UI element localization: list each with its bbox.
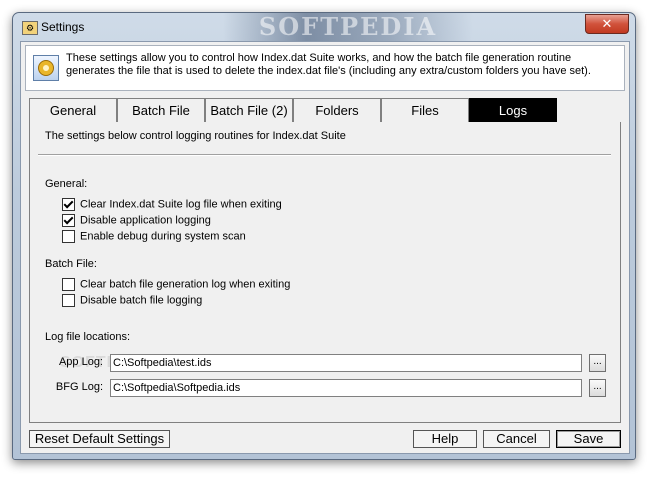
clear-batch-log-checkbox[interactable] [62, 278, 75, 291]
tab-folders[interactable]: Folders [293, 98, 381, 122]
app-icon: ⚙ [22, 21, 38, 35]
tab-files[interactable]: Files [381, 98, 469, 122]
close-button[interactable]: ✕ [585, 14, 629, 34]
app-log-label: App Log: [58, 356, 103, 368]
disable-batch-logging-checkbox[interactable] [62, 294, 75, 307]
app-log-browse-button[interactable]: ... [589, 354, 606, 372]
logs-heading: The settings below control logging routi… [45, 130, 346, 142]
logs-tab-panel: The settings below control logging routi… [29, 122, 621, 423]
clear-suite-log-checkbox[interactable] [62, 198, 75, 211]
title-watermark: SOFTPEDIA [223, 13, 473, 41]
cancel-button[interactable]: Cancel [483, 430, 550, 448]
bfg-log-label: BFG Log: [55, 381, 103, 393]
dialog-client-area: These settings allow you to control how … [20, 41, 630, 454]
clear-batch-log-option[interactable]: Clear batch file generation log when exi… [62, 278, 290, 292]
tab-strip: General Batch File Batch File (2) Folder… [29, 98, 622, 122]
close-icon: ✕ [601, 16, 613, 31]
help-button[interactable]: Help [413, 430, 477, 448]
save-button[interactable]: Save [556, 430, 621, 448]
tab-batch-file[interactable]: Batch File [117, 98, 205, 122]
bfg-log-input[interactable]: C:\Softpedia\Softpedia.ids [110, 379, 582, 397]
enable-debug-checkbox[interactable] [62, 230, 75, 243]
disable-app-logging-option[interactable]: Disable application logging [62, 214, 211, 228]
window-title: Settings [41, 20, 85, 34]
tab-logs[interactable]: Logs [469, 98, 557, 122]
log-locations-label: Log file locations: [45, 331, 130, 343]
reset-default-settings-button[interactable]: Reset Default Settings [29, 430, 170, 448]
enable-debug-label: Enable debug during system scan [80, 230, 246, 243]
enable-debug-option[interactable]: Enable debug during system scan [62, 230, 246, 244]
info-panel: These settings allow you to control how … [25, 45, 625, 91]
app-log-input[interactable]: C:\Softpedia\test.ids [110, 354, 582, 372]
info-text: These settings allow you to control how … [66, 52, 591, 77]
tab-batch-file-2[interactable]: Batch File (2) [205, 98, 293, 122]
title-bar[interactable]: ⚙ Settings SOFTPEDIA ✕ [13, 13, 635, 41]
bfg-log-browse-button[interactable]: ... [589, 379, 606, 397]
settings-window: ⚙ Settings SOFTPEDIA ✕ These settings al… [12, 12, 636, 460]
settings-gear-icon [33, 55, 59, 81]
general-group-label: General: [45, 178, 88, 190]
clear-suite-log-option[interactable]: Clear Index.dat Suite log file when exit… [62, 198, 282, 212]
batch-file-group-label: Batch File: [45, 258, 97, 270]
separator [38, 154, 611, 156]
clear-suite-log-label: Clear Index.dat Suite log file when exit… [80, 198, 282, 211]
disable-app-logging-label: Disable application logging [80, 214, 211, 227]
disable-app-logging-checkbox[interactable] [62, 214, 75, 227]
disable-batch-logging-label: Disable batch file logging [80, 294, 203, 307]
tab-general[interactable]: General [29, 98, 117, 122]
clear-batch-log-label: Clear batch file generation log when exi… [80, 278, 291, 291]
disable-batch-logging-option[interactable]: Disable batch file logging [62, 294, 202, 308]
